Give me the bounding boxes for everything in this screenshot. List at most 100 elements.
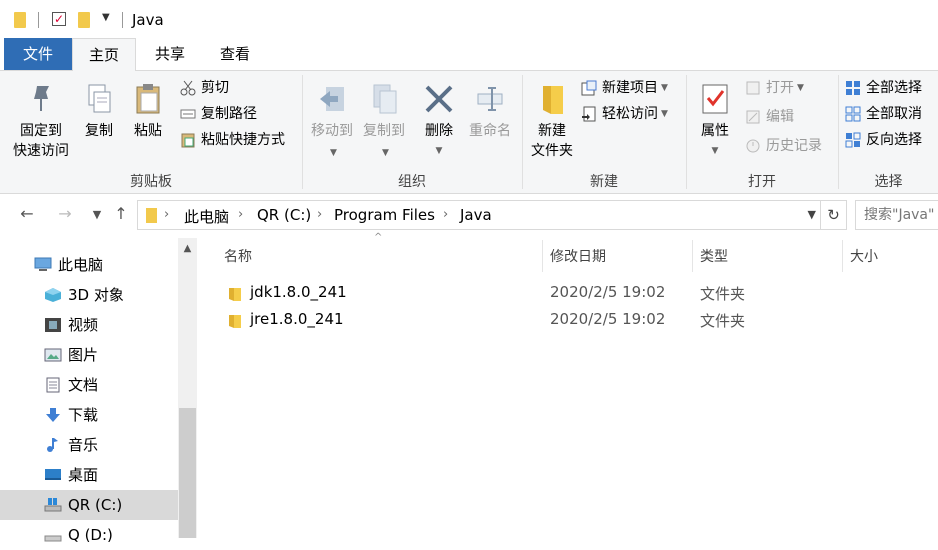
new-folder-icon bbox=[536, 83, 568, 115]
column-divider[interactable] bbox=[842, 240, 843, 272]
paste-icon bbox=[132, 83, 164, 115]
back-button[interactable]: ← bbox=[16, 204, 38, 223]
history-button[interactable]: 历史记录 bbox=[745, 135, 822, 157]
nav-label: 音乐 bbox=[68, 436, 99, 454]
column-header-type[interactable]: 类型 bbox=[700, 246, 728, 266]
tab-view[interactable]: 查看 bbox=[206, 38, 264, 70]
file-row[interactable]: jdk1.8.0_241 2020/2/5 19:02 文件夹 bbox=[218, 281, 918, 307]
select-none-label: 全部取消 bbox=[866, 106, 922, 122]
new-item-icon bbox=[581, 80, 597, 96]
breadcrumb-separator[interactable]: › bbox=[164, 207, 169, 222]
recent-locations-icon[interactable]: ▼ bbox=[86, 208, 108, 221]
nav-item-desktop[interactable]: 桌面 bbox=[0, 460, 178, 490]
paste-button[interactable]: 粘贴 bbox=[126, 83, 170, 141]
tab-share[interactable]: 共享 bbox=[142, 38, 198, 70]
delete-icon bbox=[423, 83, 455, 115]
tab-file[interactable]: 文件 bbox=[4, 38, 72, 70]
address-dropdown-icon[interactable]: ▼ bbox=[808, 208, 816, 221]
column-divider[interactable] bbox=[692, 240, 693, 272]
delete-button[interactable]: 删除 ▼ bbox=[419, 83, 459, 161]
nav-item-pictures[interactable]: 图片 bbox=[0, 340, 178, 370]
folder-icon bbox=[146, 208, 157, 223]
folder-icon bbox=[229, 315, 241, 328]
properties-label: 属性 bbox=[701, 123, 729, 139]
select-all-button[interactable]: 全部选择 bbox=[845, 77, 922, 99]
nav-item-this-pc[interactable]: 此电脑 bbox=[0, 250, 178, 280]
breadcrumb-separator[interactable]: › bbox=[443, 207, 448, 222]
new-folder-label-2: 文件夹 bbox=[531, 143, 573, 159]
nav-item-documents[interactable]: 文档 bbox=[0, 370, 178, 400]
open-group: 属性 ▼ 打开 ▼ 编辑 历史记录 打开 bbox=[687, 71, 837, 193]
delete-label: 删除 bbox=[425, 123, 453, 139]
properties-quick-icon[interactable]: ✓ bbox=[52, 12, 66, 26]
address-bar[interactable]: › 此电脑 › QR (C:) › Program Files › Java ▼ bbox=[137, 200, 821, 230]
tab-home[interactable]: 主页 bbox=[72, 38, 136, 71]
group-label-clipboard: 剪贴板 bbox=[130, 174, 172, 190]
customize-quick-access-icon[interactable]: ▼ bbox=[102, 12, 110, 23]
organize-group: 移动到 ▼ 复制到 ▼ 删除 ▼ 重命名 组织 bbox=[303, 71, 521, 193]
navigation-pane: 此电脑 3D 对象 视频 图片 文档 下载 音乐 桌面 QR (C:) Q (D… bbox=[0, 238, 178, 544]
drive-icon bbox=[44, 498, 62, 512]
move-to-icon bbox=[316, 83, 348, 115]
column-divider[interactable] bbox=[542, 240, 543, 272]
select-none-button[interactable]: 全部取消 bbox=[845, 103, 922, 125]
column-header-name[interactable]: 名称 bbox=[224, 246, 252, 266]
sort-ascending-icon: ^ bbox=[374, 232, 383, 243]
rename-label: 重命名 bbox=[469, 123, 511, 139]
new-folder-button[interactable]: 新建 文件夹 bbox=[527, 83, 577, 161]
nav-item-3d-objects[interactable]: 3D 对象 bbox=[0, 280, 178, 310]
nav-item-drive-d[interactable]: Q (D:) bbox=[0, 520, 178, 550]
copy-path-button[interactable]: 复制路径 bbox=[180, 103, 257, 125]
cube-icon bbox=[45, 288, 61, 302]
scroll-thumb[interactable] bbox=[179, 408, 196, 538]
nav-scrollbar[interactable]: ▲ bbox=[178, 238, 197, 538]
chevron-down-icon: ▼ bbox=[797, 83, 804, 93]
copy-to-button[interactable]: 复制到 ▼ bbox=[359, 83, 409, 163]
search-input[interactable]: 搜索"Java" bbox=[855, 200, 938, 230]
nav-label: 此电脑 bbox=[58, 256, 104, 274]
refresh-button[interactable]: ↻ bbox=[821, 200, 847, 230]
file-list: ^ 名称 修改日期 类型 大小 jdk1.8.0_241 2020/2/5 19… bbox=[198, 232, 938, 538]
picture-icon bbox=[44, 348, 62, 362]
breadcrumb-separator[interactable]: › bbox=[317, 207, 322, 222]
up-button[interactable]: ↑ bbox=[110, 204, 132, 223]
pin-icon bbox=[25, 83, 57, 115]
breadcrumb-program-files[interactable]: Program Files bbox=[334, 206, 435, 224]
file-name: jdk1.8.0_241 bbox=[250, 283, 347, 301]
edit-button[interactable]: 编辑 bbox=[745, 106, 794, 128]
file-row[interactable]: jre1.8.0_241 2020/2/5 19:02 文件夹 bbox=[218, 308, 918, 334]
forward-button[interactable]: → bbox=[54, 204, 76, 223]
scroll-up-icon[interactable]: ▲ bbox=[178, 238, 197, 260]
easy-access-label: 轻松访问 bbox=[602, 106, 658, 122]
invert-selection-button[interactable]: 反向选择 bbox=[845, 129, 922, 151]
properties-button[interactable]: 属性 ▼ bbox=[693, 83, 737, 161]
breadcrumb-java[interactable]: Java bbox=[460, 206, 492, 224]
pin-label-2: 快速访问 bbox=[13, 143, 69, 159]
column-header-modified[interactable]: 修改日期 bbox=[550, 246, 606, 266]
breadcrumb-drive-c[interactable]: QR (C:) bbox=[257, 206, 311, 224]
chevron-down-icon: ▼ bbox=[435, 146, 443, 156]
pin-to-quick-access-button[interactable]: 固定到 快速访问 bbox=[8, 83, 74, 161]
scissors-icon bbox=[180, 80, 196, 96]
column-header-size[interactable]: 大小 bbox=[850, 246, 878, 266]
nav-label: Q (D:) bbox=[68, 526, 113, 544]
breadcrumb-separator[interactable]: › bbox=[238, 207, 243, 222]
cut-button[interactable]: 剪切 bbox=[180, 77, 229, 99]
rename-icon bbox=[474, 83, 506, 115]
nav-item-videos[interactable]: 视频 bbox=[0, 310, 178, 340]
nav-item-downloads[interactable]: 下载 bbox=[0, 400, 178, 430]
easy-access-button[interactable]: 轻松访问 ▼ bbox=[581, 103, 668, 125]
breadcrumb-this-pc[interactable]: 此电脑 bbox=[184, 206, 229, 227]
nav-item-drive-c[interactable]: QR (C:) bbox=[0, 490, 178, 520]
new-item-button[interactable]: 新建项目 ▼ bbox=[581, 77, 668, 99]
nav-item-music[interactable]: 音乐 bbox=[0, 430, 178, 460]
open-button[interactable]: 打开 ▼ bbox=[745, 77, 804, 99]
copy-button[interactable]: 复制 bbox=[78, 83, 120, 141]
chevron-down-icon: ▼ bbox=[661, 109, 668, 119]
paste-shortcut-button[interactable]: 粘贴快捷方式 bbox=[180, 129, 285, 151]
rename-button[interactable]: 重命名 bbox=[463, 83, 517, 141]
ribbon: 固定到 快速访问 复制 粘贴 剪切 复制路径 粘贴快捷方式 剪贴板 移动到▼ 复… bbox=[0, 71, 938, 194]
new-folder-quick-icon[interactable] bbox=[78, 12, 90, 28]
move-to-button[interactable]: 移动到 ▼ bbox=[307, 83, 357, 163]
file-type: 文件夹 bbox=[700, 312, 746, 330]
